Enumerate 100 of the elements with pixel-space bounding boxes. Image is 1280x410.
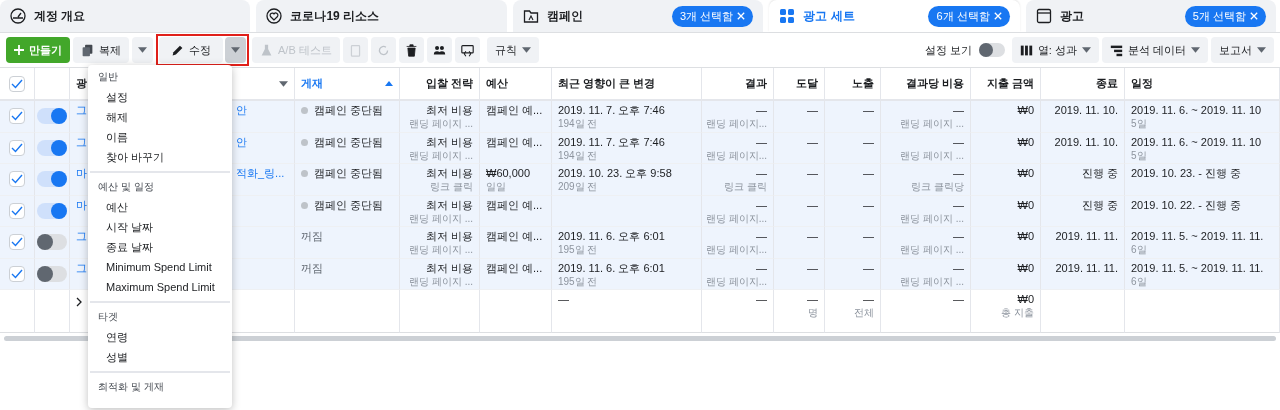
table-cell: —: [552, 290, 702, 333]
delete-button[interactable]: [398, 37, 424, 63]
column-header[interactable]: 노출: [852, 76, 874, 91]
menu-item[interactable]: 시작 날짜: [88, 217, 232, 237]
menu-item[interactable]: Maximum Spend Limit: [88, 277, 232, 297]
checkbox[interactable]: [9, 202, 25, 219]
tab[interactable]: 코로나19 리소스: [256, 0, 507, 32]
clipboard-button[interactable]: [342, 37, 368, 63]
column-header[interactable]: 광: [76, 76, 87, 91]
table-cell: — 링크 클릭당: [881, 164, 971, 196]
table-cell: —: [774, 164, 825, 196]
column-header[interactable]: 종료: [1096, 76, 1118, 91]
status-dot: [301, 138, 308, 146]
dropdown-button[interactable]: [225, 37, 246, 63]
ad-set-name[interactable]: 안: [236, 104, 288, 132]
table-cell: 2019. 10. 23. - 진행 중: [1125, 164, 1280, 196]
breakdown-button[interactable]: 분석 데이터: [1101, 37, 1208, 63]
selection-badge[interactable]: 5개 선택함: [1184, 5, 1267, 27]
checkbox[interactable]: [9, 171, 25, 188]
column-header[interactable]: 게재: [301, 76, 323, 91]
table-cell: 2019. 11. 7. 오후 7:46 194일 전: [552, 132, 702, 164]
table-cell: ₩0: [971, 195, 1041, 227]
toggle-switch[interactable]: [37, 265, 67, 282]
column-header[interactable]: 최근 영향이 큰 변경: [558, 76, 656, 91]
preview-button[interactable]: [454, 37, 480, 63]
column-header[interactable]: 도달: [796, 76, 818, 91]
caret-icon: [138, 47, 147, 53]
column-header[interactable]: 지출 금액: [986, 76, 1034, 91]
column-header[interactable]: 예산: [486, 76, 508, 91]
people-button[interactable]: [426, 37, 452, 63]
table-cell: — 랜딩 페이지 ...: [881, 132, 971, 164]
tab[interactable]: 광고 세트 6개 선택함: [769, 0, 1020, 32]
clipboard-icon: [348, 43, 362, 57]
checkbox[interactable]: [9, 265, 25, 282]
table-cell: [480, 290, 552, 333]
rules-button[interactable]: 규칙: [486, 37, 539, 63]
caret-icon: [1257, 47, 1266, 53]
close-icon: [1250, 12, 1259, 20]
menu-item[interactable]: 해제: [88, 107, 232, 127]
table-cell: —: [825, 101, 881, 133]
column-header[interactable]: 결과: [745, 76, 767, 91]
column-header[interactable]: 입찰 전략: [425, 76, 473, 91]
reports-button[interactable]: 보고서: [1211, 37, 1274, 63]
duplicate-button[interactable]: 복제: [73, 37, 129, 63]
ad-set-name[interactable]: 안: [236, 135, 288, 163]
checkbox[interactable]: [9, 108, 25, 125]
column-header[interactable]: 일정: [1131, 76, 1153, 91]
table-cell: —: [825, 227, 881, 259]
view-setup-label: 설정 보기: [924, 42, 972, 58]
toggle-switch[interactable]: [37, 234, 67, 251]
dropdown-icon: [279, 80, 288, 87]
table-cell: —: [825, 195, 881, 227]
table-cell: 2019. 10. 23. 오후 9:58 209일 전: [552, 164, 702, 196]
table-cell: —: [702, 290, 774, 333]
menu-item[interactable]: 찾아 바꾸기: [88, 147, 232, 167]
dropdown-button[interactable]: [132, 37, 153, 63]
checkbox[interactable]: [9, 139, 25, 156]
selection-badge[interactable]: 3개 선택함: [672, 5, 754, 27]
tab[interactable]: 광고 5개 선택함: [1025, 0, 1277, 32]
menu-item[interactable]: 예산: [88, 197, 232, 217]
table-cell: 2019. 11. 11.: [1041, 227, 1125, 259]
chevron-right-icon[interactable]: [76, 297, 82, 307]
selection-badge[interactable]: 6개 선택함: [928, 5, 1010, 27]
toggle-switch[interactable]: [37, 202, 67, 219]
trash-icon: [404, 43, 418, 57]
table-cell: 캠페인 예...: [480, 195, 552, 227]
table-cell: — 명: [774, 290, 825, 333]
table-cell: ₩0: [971, 101, 1041, 133]
tab[interactable]: 계정 개요: [0, 0, 251, 32]
table-cell: — 랜딩 페이지 ...: [881, 258, 971, 290]
menu-item[interactable]: Minimum Spend Limit: [88, 257, 232, 277]
menu-item[interactable]: 연령: [88, 327, 232, 347]
menu-item[interactable]: 설정: [88, 87, 232, 107]
table-cell: 최저 비용 랜딩 페이지 ...: [400, 227, 480, 259]
table-cell: 2019. 11. 7. 오후 7:46 194일 전: [552, 101, 702, 133]
menu-item[interactable]: 성별: [88, 347, 232, 367]
column-header[interactable]: 결과당 비용: [905, 76, 964, 91]
tab[interactable]: 캠페인 3개 선택함: [512, 0, 764, 32]
columns-button[interactable]: 열: 성과: [1011, 37, 1099, 63]
edit-button[interactable]: 수정: [159, 37, 223, 63]
view-setup-switch[interactable]: [978, 43, 1005, 57]
menu-item[interactable]: 이름: [88, 127, 232, 147]
table-cell: 2019. 11. 5. ~ 2019. 11. 11. 6일: [1125, 258, 1280, 290]
table-cell: 2019. 11. 6. ~ 2019. 11. 10 5일: [1125, 101, 1280, 133]
ad-set-name[interactable]: 적화_링...: [236, 167, 288, 195]
table-cell: 2019. 10. 22. - 진행 중: [1125, 195, 1280, 227]
plus-icon: [14, 45, 24, 55]
toggle-switch[interactable]: [37, 108, 67, 125]
table-cell: 2019. 11. 10.: [1041, 132, 1125, 164]
status-dot: [301, 107, 308, 114]
menu-item[interactable]: 종료 날짜: [88, 237, 232, 257]
table-cell: ₩0: [971, 132, 1041, 164]
toggle-switch[interactable]: [37, 139, 67, 156]
delivery-status: 캠페인 중단됨: [314, 198, 384, 212]
checkbox[interactable]: [9, 75, 25, 92]
table-cell: 최저 비용 랜딩 페이지 ...: [400, 132, 480, 164]
toggle-switch[interactable]: [37, 171, 67, 188]
flask-icon: [260, 43, 273, 57]
checkbox[interactable]: [9, 234, 25, 251]
table-cell: — 랜딩 페이지...: [702, 227, 774, 259]
